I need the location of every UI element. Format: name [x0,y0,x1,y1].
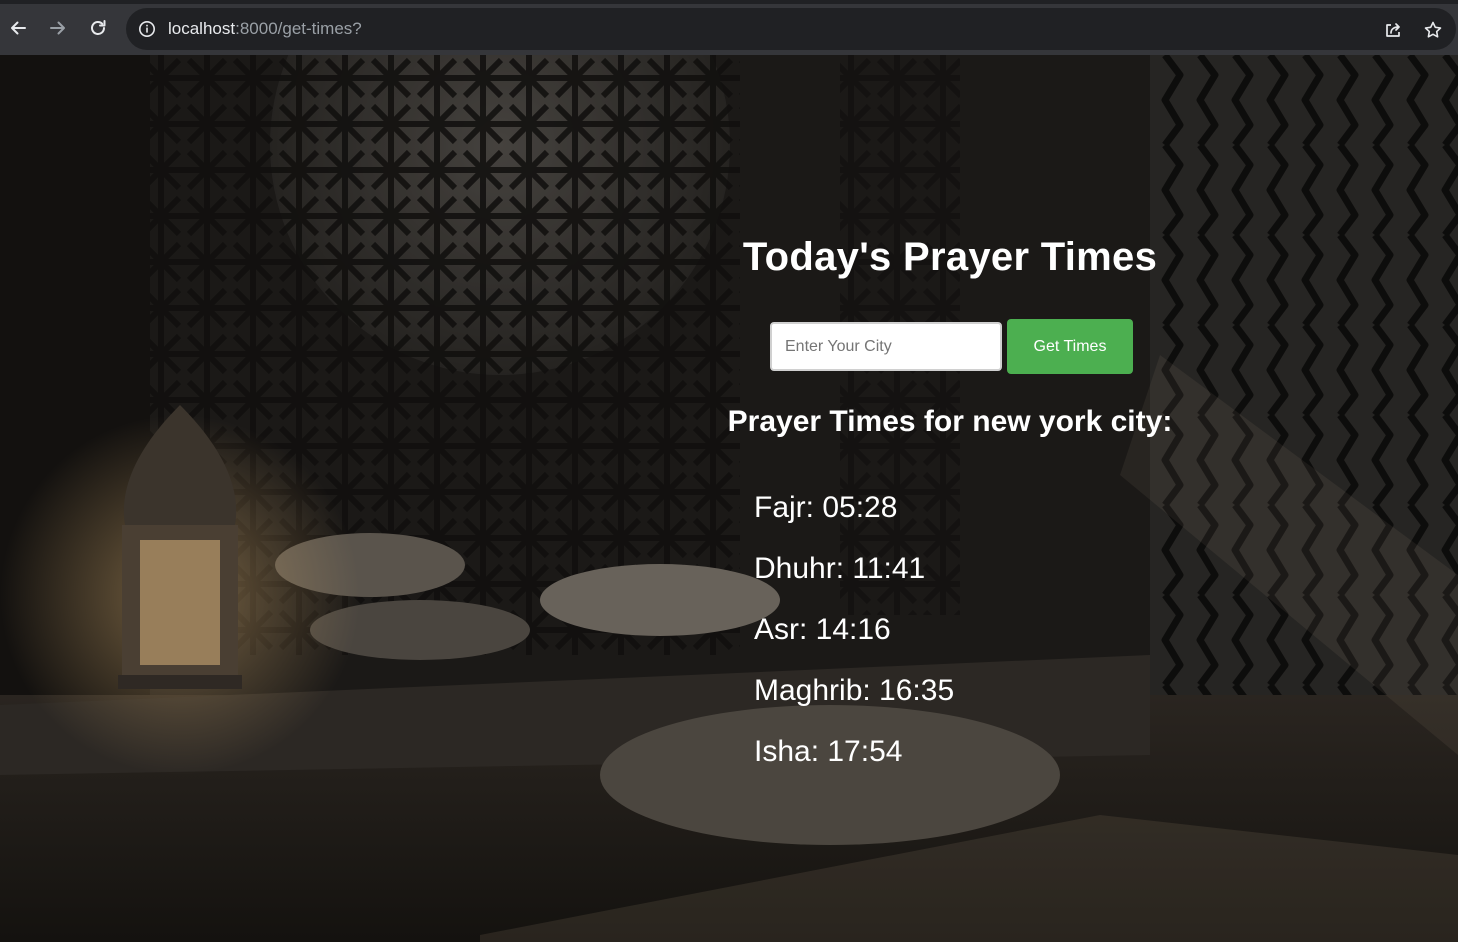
address-bar[interactable]: localhost:8000/get-times? [126,8,1456,50]
results-heading: Prayer Times for new york city: [727,405,1173,438]
page-viewport: Today's Prayer Times Get Times Prayer Ti… [0,55,1458,942]
address-text[interactable]: localhost:8000/get-times? [168,20,362,38]
reload-button[interactable] [84,14,112,42]
prayer-times-list: Fajr: 05:28 Dhuhr: 11:41 Asr: 14:16 Magh… [754,490,954,795]
prayer-time-dhuhr: Dhuhr: 11:41 [754,552,926,585]
page-title: Today's Prayer Times [742,235,1158,279]
url-host: localhost [168,19,236,38]
forward-button[interactable] [44,14,72,42]
browser-toolbar: localhost:8000/get-times? [0,0,1458,55]
reload-icon [91,20,106,35]
background-image [0,55,1458,942]
back-button[interactable] [4,14,32,42]
bookmark-star-icon[interactable] [1423,20,1443,40]
back-icon [11,21,26,35]
prayer-time-maghrib: Maghrib: 16:35 [754,674,955,707]
city-input[interactable] [770,322,1002,371]
url-path: :8000/get-times? [235,19,362,38]
get-times-button[interactable]: Get Times [1007,319,1133,374]
prayer-time-asr: Asr: 14:16 [754,613,891,646]
site-info-icon[interactable] [138,20,156,38]
prayer-time-isha: Isha: 17:54 [754,735,903,768]
prayer-time-fajr: Fajr: 05:28 [754,491,898,524]
share-icon[interactable] [1383,20,1403,40]
forward-icon [50,21,65,35]
